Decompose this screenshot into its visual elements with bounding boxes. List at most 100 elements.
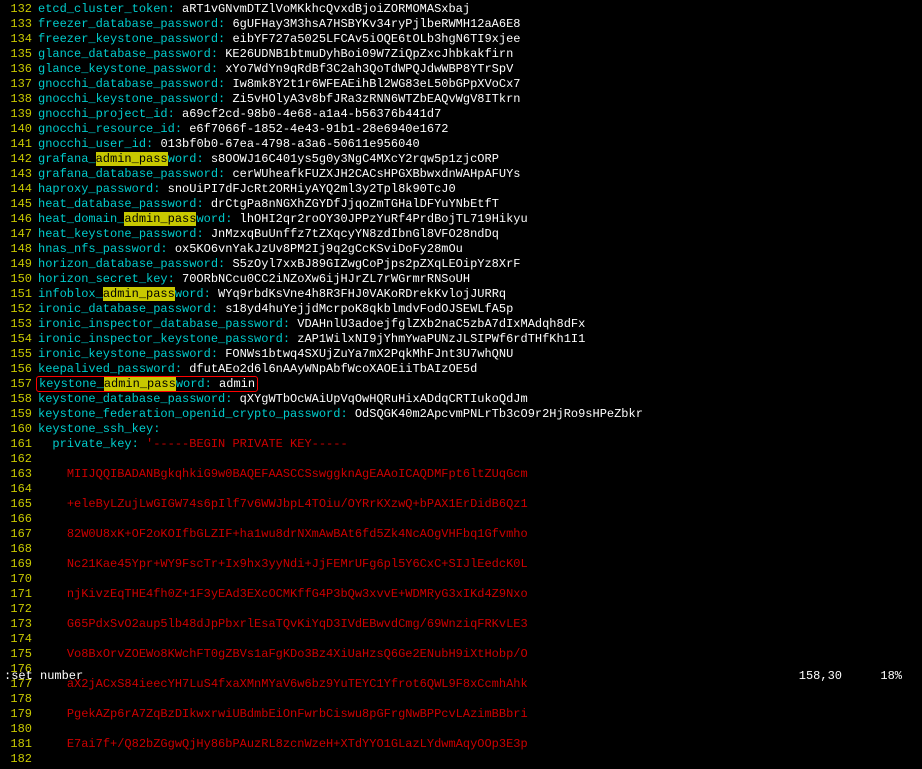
editor-line[interactable]: 132etcd_cluster_token: aRT1vGNvmDTZlVoMK…	[0, 2, 922, 17]
line-content: 82W0U8xK+OF2oKOIfbGLZIF+ha1wu8drNXmAwBAt…	[38, 527, 528, 542]
editor-line[interactable]: 143grafana_database_password: cerWUheafk…	[0, 167, 922, 182]
line-number: 151	[0, 287, 32, 302]
line-number: 168	[0, 542, 32, 557]
editor-line[interactable]: 175 Vo8BxOrvZOEWo8KWchFT0gZBVs1aFgKDo3Bz…	[0, 647, 922, 662]
editor-line[interactable]: 141gnocchi_user_id: 013bf0b0-67ea-4798-a…	[0, 137, 922, 152]
line-number: 132	[0, 2, 32, 17]
editor-line[interactable]: 172	[0, 602, 922, 617]
line-content: E7ai7f+/Q82bZGgwQjHy86bPAuzRL8zcnWzeH+XT…	[38, 737, 528, 752]
editor-line[interactable]: 157keystone_admin_password: admin	[0, 377, 922, 392]
editor-line[interactable]: 170	[0, 572, 922, 587]
editor-line[interactable]: 133freezer_database_password: 6gUFHay3M3…	[0, 17, 922, 32]
line-content: gnocchi_user_id: 013bf0b0-67ea-4798-a3a6…	[38, 137, 420, 152]
cursor-position: 158,30	[799, 669, 842, 684]
editor-line[interactable]: 134freezer_keystone_password: eibYF727a5…	[0, 32, 922, 47]
line-number: 165	[0, 497, 32, 512]
line-content: gnocchi_keystone_password: Zi5vHOlyA3v8b…	[38, 92, 520, 107]
line-number: 167	[0, 527, 32, 542]
line-number: 169	[0, 557, 32, 572]
line-number: 163	[0, 467, 32, 482]
editor-line[interactable]: 169 Nc21Kae45Ypr+WY9FscTr+Ix9hx3yyNdi+Jj…	[0, 557, 922, 572]
line-number: 161	[0, 437, 32, 452]
editor-line[interactable]: 173 G65PdxSvO2aup5lb48dJpPbxrlEsaTQvKiYq…	[0, 617, 922, 632]
line-content: horizon_database_password: S5zOyl7xxBJ89…	[38, 257, 520, 272]
editor-line[interactable]: 181 E7ai7f+/Q82bZGgwQjHy86bPAuzRL8zcnWze…	[0, 737, 922, 752]
editor-line[interactable]: 137gnocchi_database_password: Iw8mk8Y2t1…	[0, 77, 922, 92]
editor-line[interactable]: 166	[0, 512, 922, 527]
editor-line[interactable]: 161 private_key: '-----BEGIN PRIVATE KEY…	[0, 437, 922, 452]
editor-line[interactable]: 147heat_keystone_password: JnMzxqBuUnffz…	[0, 227, 922, 242]
line-content: infoblox_admin_password: WYq9rbdKsVne4h8…	[38, 287, 506, 302]
editor-line[interactable]: 178	[0, 692, 922, 707]
line-number: 150	[0, 272, 32, 287]
code-editor[interactable]: 132etcd_cluster_token: aRT1vGNvmDTZlVoMK…	[0, 0, 922, 769]
line-content: ironic_inspector_keystone_password: zAP1…	[38, 332, 585, 347]
editor-line[interactable]: 164	[0, 482, 922, 497]
line-number: 155	[0, 347, 32, 362]
line-content: ironic_database_password: s18yd4huYejjdM…	[38, 302, 513, 317]
vim-command-line[interactable]: :set number	[4, 669, 83, 684]
editor-line[interactable]: 150 horizon_secret_key: 70ORbNCcu0CC2iNZo…	[0, 272, 922, 287]
line-number: 145	[0, 197, 32, 212]
line-number: 136	[0, 62, 32, 77]
line-content: aX2jACxS84ieecYH7LuS4fxaXMnMYaV6w6bz9YuT…	[38, 677, 528, 692]
editor-line[interactable]: 182	[0, 752, 922, 767]
editor-line[interactable]: 142grafana_admin_password: s8OOWJ16C401y…	[0, 152, 922, 167]
line-number: 148	[0, 242, 32, 257]
editor-line[interactable]: 139 gnocchi_project_id: a69cf2cd-98b0-4e6…	[0, 107, 922, 122]
line-content: ironic_inspector_database_password: VDAH…	[38, 317, 585, 332]
editor-line[interactable]: 171 njKivzEqTHE4fh0Z+1F3yEAd3EXcOCMKffG4…	[0, 587, 922, 602]
editor-line[interactable]: 152 ironic_database_password: s18yd4huYej…	[0, 302, 922, 317]
line-number: 182	[0, 752, 32, 767]
line-content: gnocchi_resource_id: e6f7066f-1852-4e43-…	[38, 122, 448, 137]
editor-line[interactable]: 136 glance_keystone_password: xYo7WdYn9qR…	[0, 62, 922, 77]
editor-line[interactable]: 135glance_database_password: KE26UDNB1bt…	[0, 47, 922, 62]
line-number: 164	[0, 482, 32, 497]
editor-line[interactable]: 160keystone_ssh_key:	[0, 422, 922, 437]
line-content: glance_keystone_password: xYo7WdYn9qRdBf…	[38, 62, 513, 77]
line-content: gnocchi_database_password: Iw8mk8Y2t1r6W…	[38, 77, 520, 92]
editor-line[interactable]: 155ironic_keystone_password: FONWs1btwq4…	[0, 347, 922, 362]
editor-line[interactable]: 174	[0, 632, 922, 647]
editor-line[interactable]: 168	[0, 542, 922, 557]
line-number: 173	[0, 617, 32, 632]
editor-line[interactable]: 156keepalived_password: dfutAEo2d6l6nAAy…	[0, 362, 922, 377]
line-number: 144	[0, 182, 32, 197]
editor-line[interactable]: 146heat_domain_admin_password: lhOHI2qr2…	[0, 212, 922, 227]
line-number: 138	[0, 92, 32, 107]
editor-line[interactable]: 144haproxy_password: snoUiPI7dFJcRt2ORHi…	[0, 182, 922, 197]
editor-line[interactable]: 163 MIIJQQIBADANBgkqhkiG9w0BAQEFAASCCSsw…	[0, 467, 922, 482]
line-number: 179	[0, 707, 32, 722]
line-number: 139	[0, 107, 32, 122]
line-number: 157	[0, 377, 32, 392]
line-number: 152	[0, 302, 32, 317]
line-number: 134	[0, 32, 32, 47]
line-number: 172	[0, 602, 32, 617]
editor-line[interactable]: 162	[0, 452, 922, 467]
editor-line[interactable]: 167 82W0U8xK+OF2oKOIfbGLZIF+ha1wu8drNXmA…	[0, 527, 922, 542]
editor-line[interactable]: 180	[0, 722, 922, 737]
line-content: keystone_ssh_key:	[38, 422, 168, 437]
editor-line[interactable]: 149 horizon_database_password: S5zOyl7xxB…	[0, 257, 922, 272]
editor-line[interactable]: 165 +eleByLZujLwGIGW74s6pIlf7v6WWJbpL4TO…	[0, 497, 922, 512]
editor-line[interactable]: 138 gnocchi_keystone_password: Zi5vHOlyA3…	[0, 92, 922, 107]
editor-line[interactable]: 154ironic_inspector_keystone_password: z…	[0, 332, 922, 347]
line-number: 146	[0, 212, 32, 227]
line-number: 180	[0, 722, 32, 737]
editor-line[interactable]: 140gnocchi_resource_id: e6f7066f-1852-4e…	[0, 122, 922, 137]
line-content: gnocchi_project_id: a69cf2cd-98b0-4e68-a…	[38, 107, 441, 122]
editor-line[interactable]: 158keystone_database_password: qXYgWTbOc…	[0, 392, 922, 407]
editor-line[interactable]: 176	[0, 662, 922, 677]
line-content: freezer_database_password: 6gUFHay3M3hsA…	[38, 17, 520, 32]
line-number: 149	[0, 257, 32, 272]
line-content: horizon_secret_key: 70ORbNCcu0CC2iNZoXw6…	[38, 272, 470, 287]
editor-line[interactable]: 153ironic_inspector_database_password: V…	[0, 317, 922, 332]
line-content: PgekAZp6rA7ZqBzDIkwxrwiUBdmbEiOnFwrbCisw…	[38, 707, 528, 722]
editor-line[interactable]: 145heat_database_password: drCtgPa8nNGXh…	[0, 197, 922, 212]
editor-line[interactable]: 151 infoblox_admin_password: WYq9rbdKsVne…	[0, 287, 922, 302]
editor-line[interactable]: 159keystone_federation_openid_crypto_pas…	[0, 407, 922, 422]
line-number: 135	[0, 47, 32, 62]
editor-line[interactable]: 177 aX2jACxS84ieecYH7LuS4fxaXMnMYaV6w6bz…	[0, 677, 922, 692]
editor-line[interactable]: 179 PgekAZp6rA7ZqBzDIkwxrwiUBdmbEiOnFwrb…	[0, 707, 922, 722]
editor-line[interactable]: 148hnas_nfs_password: ox5KO6vnYakJzUv8PM…	[0, 242, 922, 257]
